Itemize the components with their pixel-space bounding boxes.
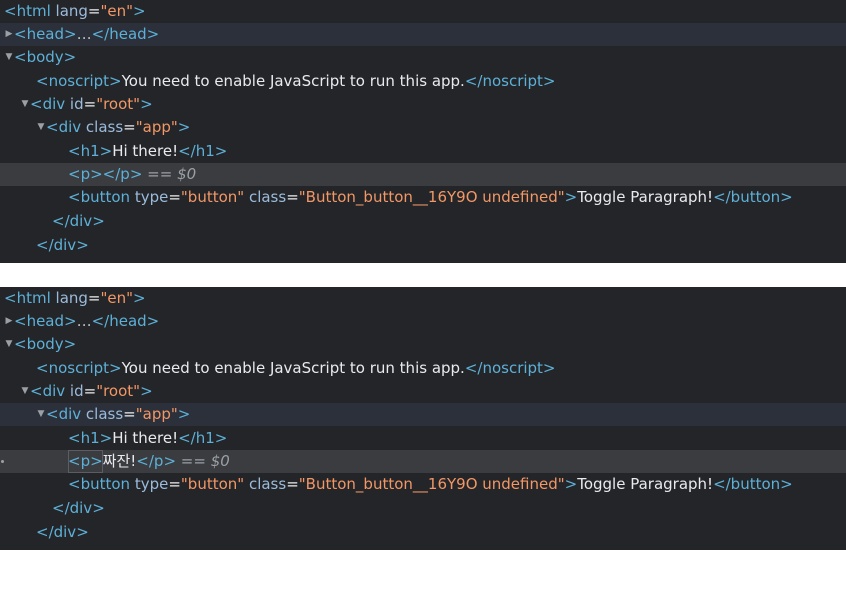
html-lang-attr: lang xyxy=(55,2,88,20)
h1-text: Hi there! xyxy=(112,429,179,447)
dom-node-body[interactable]: ▼ <body> xyxy=(0,333,846,356)
dom-node-div-root[interactable]: ▼ <div id="root"> xyxy=(0,380,846,403)
dom-node-html[interactable]: <html lang="en"> xyxy=(0,287,846,310)
dom-node-noscript[interactable]: <noscript>You need to enable JavaScript … xyxy=(0,70,846,93)
html-tag-name: html xyxy=(16,2,51,20)
dom-node-div-root-close[interactable]: </div> xyxy=(0,234,846,257)
dom-node-html[interactable]: <html lang="en"> xyxy=(0,0,846,23)
console-ref-badge: $0 xyxy=(177,165,197,183)
collapsed-ellipsis[interactable]: … xyxy=(77,25,92,43)
dom-node-head[interactable]: ▶ <head>…</head> xyxy=(0,310,846,333)
dom-node-body[interactable]: ▼ <body> xyxy=(0,46,846,69)
noscript-text: You need to enable JavaScript to run thi… xyxy=(121,72,465,90)
dom-node-p-selected[interactable]: <p>짜잔!</p> == $0 xyxy=(0,450,846,473)
button-text: Toggle Paragraph! xyxy=(577,188,714,206)
noscript-text: You need to enable JavaScript to run thi… xyxy=(121,359,465,377)
dom-node-h1[interactable]: <h1>Hi there!</h1> xyxy=(0,140,846,163)
dom-node-div-app-close[interactable]: </div> xyxy=(0,210,846,233)
dom-node-div-app-close[interactable]: </div> xyxy=(0,497,846,520)
dom-node-div-root[interactable]: ▼ <div id="root"> xyxy=(0,93,846,116)
dom-node-h1[interactable]: <h1>Hi there!</h1> xyxy=(0,427,846,450)
console-ref-badge: $0 xyxy=(210,452,230,470)
selection-marker-icon xyxy=(1,460,4,463)
dom-node-div-app[interactable]: ▼ <div class="app"> xyxy=(0,116,846,139)
dom-node-p-selected[interactable]: <p></p> == $0 xyxy=(0,163,846,186)
html-open-lt: < xyxy=(4,2,17,20)
elements-panel-before: <html lang="en"> ▶ <head>…</head> ▼ <bod… xyxy=(0,0,846,263)
dom-node-head[interactable]: ▶ <head>…</head> xyxy=(0,23,846,46)
dom-node-noscript[interactable]: <noscript>You need to enable JavaScript … xyxy=(0,357,846,380)
p-text[interactable]: 짜잔! xyxy=(103,452,137,470)
dom-node-div-app[interactable]: ▼ <div class="app"> xyxy=(0,403,846,426)
dom-node-button[interactable]: <button type="button" class="Button_butt… xyxy=(0,186,846,209)
dom-node-button[interactable]: <button type="button" class="Button_butt… xyxy=(0,473,846,496)
dom-node-div-root-close[interactable]: </div> xyxy=(0,521,846,544)
h1-text: Hi there! xyxy=(112,142,179,160)
button-text: Toggle Paragraph! xyxy=(577,475,714,493)
collapsed-ellipsis[interactable]: … xyxy=(77,312,92,330)
elements-panel-after: <html lang="en"> ▶ <head>…</head> ▼ <bod… xyxy=(0,287,846,550)
html-lang-value: "en" xyxy=(100,2,134,20)
